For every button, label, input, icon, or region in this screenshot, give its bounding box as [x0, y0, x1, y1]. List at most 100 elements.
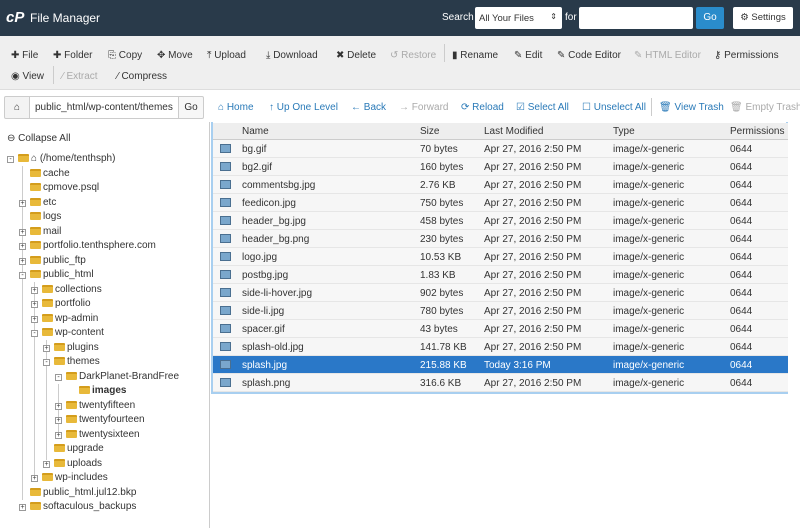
expand-toggle[interactable]: + [19, 199, 26, 207]
column-header-size[interactable]: Size [420, 126, 439, 137]
expand-toggle[interactable]: + [55, 417, 62, 424]
settings-button[interactable]: ⚙ Settings [733, 7, 793, 29]
nav-home-button[interactable]: ⌂ Home [218, 102, 254, 113]
nav-up-one-level-button[interactable]: ↑ Up One Level [269, 102, 338, 113]
cpanel-logo[interactable]: cP [6, 9, 24, 26]
permissions: 0644 [730, 288, 753, 299]
toolbar-folder-button[interactable]: ✚ Folder [53, 50, 93, 61]
expand-toggle[interactable]: + [19, 228, 26, 236]
tree-item[interactable]: themes [54, 355, 100, 369]
collapse-toggle[interactable]: - [7, 156, 14, 163]
tree-item[interactable]: wp-content [42, 326, 104, 340]
tree-item[interactable]: DarkPlanet-BrandFree [66, 370, 179, 384]
table-row[interactable]: header_bg.png 230 bytes Apr 27, 2016 2:50 … [213, 230, 788, 248]
toolbar-download-button[interactable]: ⤓ Download [266, 50, 318, 61]
expand-toggle[interactable]: + [19, 243, 26, 250]
tree-item[interactable]: public_ftp [30, 254, 86, 268]
tree-item[interactable]: twentysixteen [66, 428, 140, 442]
tree-item[interactable]: public_html [30, 268, 94, 282]
collapse-toggle[interactable]: - [19, 272, 26, 279]
toolbar-move-button[interactable]: ✥ Move [157, 50, 193, 61]
tree-item[interactable]: portfolio [42, 297, 91, 311]
tree-item[interactable]: etc [30, 196, 56, 210]
table-row[interactable]: commentsbg.jpg 2.76 KB Apr 27, 2016 2:50 P… [213, 176, 788, 194]
tree-item[interactable]: wp-admin [42, 312, 98, 326]
file-name: bg2.gif [242, 162, 273, 173]
tree-item[interactable]: mail [30, 225, 61, 239]
table-row[interactable]: bg2.gif 160 bytes Apr 27, 2016 2:50 PM imag… [213, 158, 788, 176]
search-go-button[interactable]: Go [696, 7, 724, 29]
collapse-toggle[interactable]: - [55, 373, 62, 381]
toolbar-rename-button[interactable]: ▮ Rename [452, 50, 498, 61]
table-row[interactable]: postbg.jpg 1.83 KB Apr 27, 2016 2:50 PM ima… [213, 266, 788, 284]
table-row[interactable]: splash.png 316.6 KB Apr 27, 2016 2:50 PM im… [213, 374, 788, 392]
toolbar-permissions-button[interactable]: ⚷ Permissions [714, 50, 779, 61]
expand-toggle[interactable]: + [19, 257, 26, 265]
nav-label: Select All [527, 102, 569, 113]
expand-toggle[interactable]: + [31, 301, 38, 308]
tree-item[interactable]: images [79, 384, 126, 398]
tree-item[interactable]: collections [42, 283, 102, 297]
nav-unselect-all-button[interactable]: ☐ Unselect All [582, 102, 646, 113]
table-row[interactable]: spacer.gif 43 bytes Apr 27, 2016 2:50 PM im… [213, 320, 788, 338]
table-row[interactable]: side-li-hover.jpg 902 bytes Apr 27, 2016 2… [213, 284, 788, 302]
path-input[interactable]: public_html/wp-content/themes [29, 96, 179, 119]
tree-item[interactable]: wp-includes [42, 471, 108, 485]
collapse-all-label: Collapse All [18, 133, 71, 144]
toolbar-view-button[interactable]: ◉ View [11, 71, 44, 82]
toolbar-delete-button[interactable]: ✖ Delete [336, 50, 376, 61]
tree-item[interactable]: softaculous_backups [30, 500, 136, 514]
home-path-button[interactable]: ⌂ [4, 96, 30, 119]
tree-item[interactable]: portfolio.tenthsphere.com [30, 239, 156, 253]
search-scope-select[interactable]: All Your Files ⇕ [475, 7, 562, 29]
nav-back-button[interactable]: ← Back [351, 102, 386, 113]
expand-toggle[interactable]: + [31, 475, 38, 482]
expand-toggle[interactable]: + [31, 315, 38, 323]
tree-item[interactable]: cpmove.psql [30, 181, 99, 195]
table-row[interactable]: logo.jpg 10.53 KB Apr 27, 2016 2:50 PM imag… [213, 248, 788, 266]
search-input[interactable] [579, 7, 693, 29]
expand-toggle[interactable]: + [55, 402, 62, 410]
nav-select-all-button[interactable]: ☑ Select All [516, 102, 569, 113]
trash-icon: 🗑 [659, 102, 675, 113]
column-header-permissions[interactable]: Permissions [730, 126, 784, 137]
tree-item[interactable]: ⌂ (/home/tenthsph) [18, 152, 115, 166]
tree-item[interactable]: twentyfourteen [66, 413, 145, 427]
tree-item[interactable]: cache [30, 167, 70, 181]
permissions: 0644 [730, 306, 753, 317]
column-header-name[interactable]: Name [242, 126, 269, 137]
nav-label: Forward [411, 102, 449, 113]
nav-view-trash-button[interactable]: 🗑 View Trash [659, 102, 724, 113]
toolbar-code-editor-button[interactable]: ✎ Code Editor [557, 50, 621, 61]
nav-reload-button[interactable]: ⟳ Reload [461, 102, 504, 113]
expand-toggle[interactable]: + [43, 460, 50, 468]
collapse-toggle[interactable]: - [43, 359, 50, 366]
expand-toggle[interactable]: + [43, 344, 50, 352]
toolbar-upload-button[interactable]: ⤒ Upload [207, 50, 246, 61]
column-header-type[interactable]: Type [613, 126, 635, 137]
toolbar-copy-button[interactable]: ⎘ Copy [108, 50, 142, 61]
table-row[interactable]: header_bg.jpg 458 bytes Apr 27, 2016 2:50 … [213, 212, 788, 230]
tree-item[interactable]: logs [30, 210, 61, 224]
tree-item[interactable]: plugins [54, 341, 99, 355]
toolbar-file-button[interactable]: ✚ File [11, 50, 38, 61]
toolbar-edit-button[interactable]: ✎ Edit [514, 50, 542, 61]
expand-toggle[interactable]: + [19, 504, 26, 511]
toolbar-compress-button[interactable]: ⁄ Compress [117, 71, 167, 82]
table-row[interactable]: feedicon.jpg 750 bytes Apr 27, 2016 2:50 P… [213, 194, 788, 212]
tree-item[interactable]: upgrade [54, 442, 104, 456]
tree-item[interactable]: public_html.jul12.bkp [30, 486, 136, 500]
collapse-toggle[interactable]: - [31, 330, 38, 337]
collapse-all-button[interactable]: ⊖ Collapse All [7, 132, 70, 146]
column-header-last-modified[interactable]: Last Modified [484, 126, 543, 137]
expand-toggle[interactable]: + [55, 431, 62, 439]
table-row[interactable]: splash.jpg 215.88 KB Today 3:16 PM image/x-… [213, 356, 788, 374]
tree-item[interactable]: twentyfifteen [66, 399, 135, 413]
tree-item[interactable]: uploads [54, 457, 102, 471]
path-go-button[interactable]: Go [178, 96, 204, 119]
table-row[interactable]: splash-old.jpg 141.78 KB Apr 27, 2016 2:50… [213, 338, 788, 356]
expand-toggle[interactable]: + [31, 286, 38, 294]
file-size: 230 bytes [420, 234, 464, 245]
table-row[interactable]: side-li.jpg 780 bytes Apr 27, 2016 2:50 PM… [213, 302, 788, 320]
table-row[interactable]: bg.gif 70 bytes Apr 27, 2016 2:50 PM image/… [213, 140, 788, 158]
